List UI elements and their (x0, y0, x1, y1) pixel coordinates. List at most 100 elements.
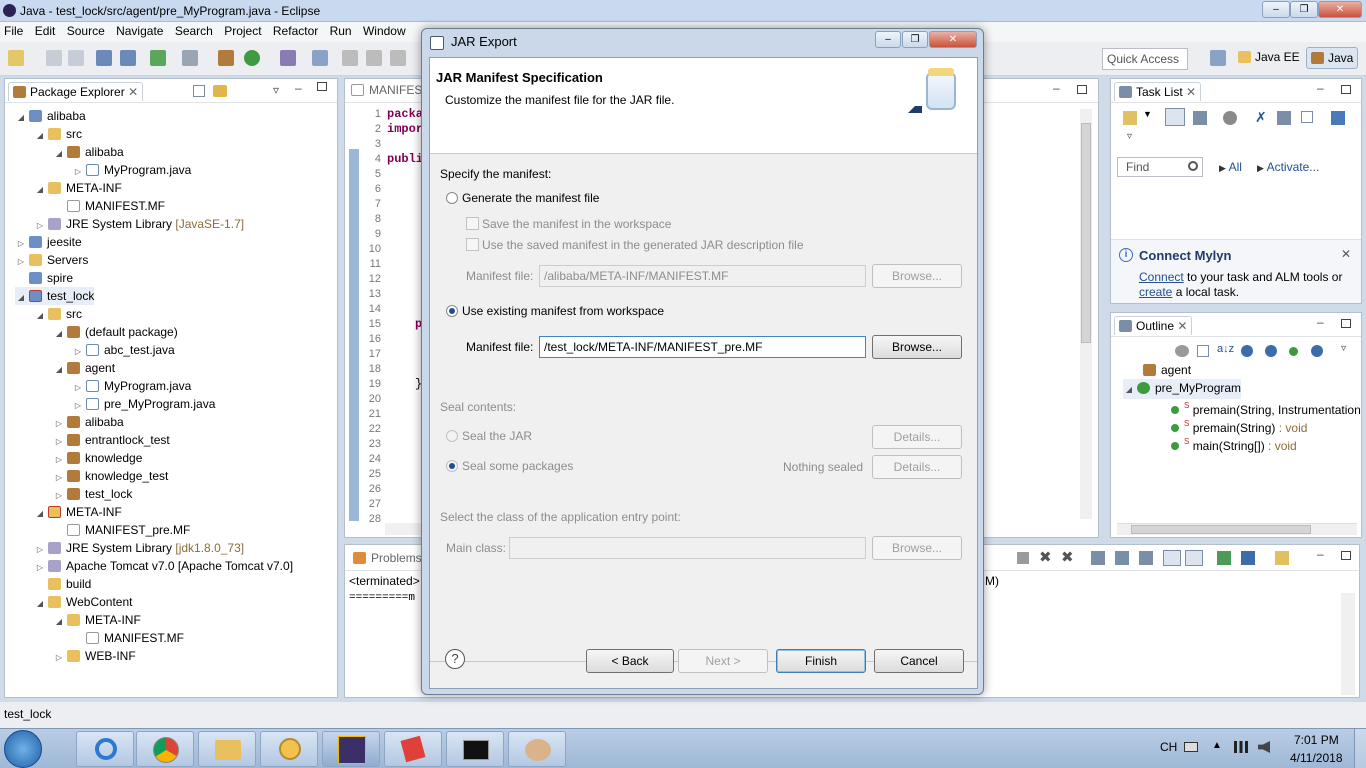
tree-item[interactable]: ◢ META-INF (34, 503, 122, 521)
hide-local-types-icon[interactable] (1311, 345, 1323, 357)
expanded-arrow-icon[interactable]: ◢ (53, 361, 65, 379)
language-indicator[interactable]: CH (1160, 740, 1177, 754)
export-icon[interactable] (120, 50, 136, 66)
menu-edit[interactable]: Edit (31, 22, 60, 40)
save-manifest-checkbox[interactable] (466, 217, 479, 230)
show-console-icon[interactable] (1185, 550, 1203, 566)
menu-refactor[interactable]: Refactor (269, 22, 322, 40)
tree-item[interactable]: ▷ knowledge_test (53, 467, 168, 485)
save-all-icon[interactable] (68, 50, 84, 66)
start-button[interactable] (4, 730, 42, 768)
next-button[interactable]: Next > (678, 649, 768, 673)
close-tab-icon[interactable]: ✕ (128, 85, 138, 99)
use-saved-manifest-label[interactable]: Use the saved manifest in the generated … (482, 238, 804, 252)
close-icon[interactable]: ✕ (1341, 247, 1351, 261)
quick-access-input[interactable]: Quick Access (1102, 48, 1188, 70)
sort-icon[interactable]: a↓z (1217, 343, 1234, 355)
remove-launch-icon[interactable]: ✖ (1039, 548, 1052, 566)
new-console-icon[interactable] (1275, 551, 1289, 565)
show-desktop-button[interactable] (1354, 729, 1366, 768)
find-input[interactable]: Find (1117, 157, 1203, 177)
hide-static-icon[interactable] (1265, 345, 1277, 357)
expanded-arrow-icon[interactable]: ◢ (34, 307, 46, 325)
use-existing-manifest-radio[interactable] (446, 305, 458, 317)
hide-fields-icon[interactable] (1241, 345, 1253, 357)
tree-item[interactable]: ▷ Servers (15, 251, 88, 269)
console-scrollbar[interactable] (1341, 593, 1355, 695)
word-wrap-icon[interactable] (1139, 551, 1153, 565)
main-class-browse-button[interactable]: Browse... (872, 536, 962, 560)
tree-item[interactable]: ▷ alibaba (53, 413, 124, 431)
new-task-dropdown-icon[interactable]: ▼ (1143, 109, 1152, 119)
menu-file[interactable]: File (0, 22, 27, 40)
main-class-field[interactable] (509, 537, 866, 559)
menu-run[interactable]: Run (326, 22, 356, 40)
minimize-button[interactable]: – (1262, 1, 1290, 18)
scroll-lock-icon[interactable] (1115, 551, 1129, 565)
taskbar-app-paint[interactable] (384, 731, 442, 767)
outline-hscrollbar[interactable] (1117, 523, 1357, 535)
scrollbar-thumb[interactable] (1131, 525, 1311, 534)
taskbar-app-outlook[interactable] (260, 731, 318, 767)
remove-all-icon[interactable]: ✖ (1061, 548, 1074, 566)
tree-item[interactable]: ◢ alibaba (53, 143, 124, 161)
existing-browse-button[interactable]: Browse... (872, 335, 962, 359)
generated-manifest-file-field[interactable]: /alibaba/META-INF/MANIFEST.MF (539, 265, 866, 287)
scrollbar-thumb[interactable] (1081, 123, 1091, 343)
taskbar-app-ie[interactable] (76, 731, 134, 767)
save-icon[interactable] (46, 50, 62, 66)
maximize-editor-icon[interactable] (1077, 85, 1087, 94)
expanded-arrow-icon[interactable]: ◢ (34, 181, 46, 199)
close-tab-icon[interactable]: ✕ (1177, 319, 1187, 333)
view-menu-icon[interactable]: ▿ (273, 83, 279, 97)
display-console-icon[interactable] (1241, 551, 1255, 565)
save-manifest-label[interactable]: Save the manifest in the workspace (482, 217, 671, 231)
tree-item[interactable]: ▷ jeesite (15, 233, 82, 251)
generate-manifest-radio[interactable] (446, 192, 458, 204)
code-area[interactable]: packa impor publi (387, 107, 423, 167)
tree-item[interactable]: ◢ src (34, 125, 82, 143)
help-icon[interactable]: ? (445, 649, 465, 669)
expanded-arrow-icon[interactable]: ◢ (15, 289, 27, 307)
clear-console-icon[interactable] (1091, 551, 1105, 565)
activate-link[interactable]: ▶ Activate... (1257, 160, 1319, 174)
pin-icon[interactable] (342, 50, 358, 66)
tree-item[interactable]: ▷ entrantlock_test (53, 431, 170, 449)
dialog-close-button[interactable]: ✕ (929, 31, 977, 48)
close-button[interactable]: ✕ (1318, 1, 1362, 18)
pin-console-icon[interactable] (1163, 550, 1181, 566)
outline-item[interactable]: ◢ pre_MyProgram (1123, 379, 1242, 399)
outline-item[interactable]: agent (1141, 361, 1191, 379)
tree-item[interactable]: MANIFEST.MF (53, 197, 165, 215)
use-saved-manifest-checkbox[interactable] (466, 238, 479, 251)
pen-icon[interactable] (366, 50, 382, 66)
menu-project[interactable]: Project (220, 22, 265, 40)
tree-item[interactable]: ▷ abc_test.java (72, 341, 175, 359)
maximize-view-icon[interactable] (317, 82, 327, 91)
connect-link[interactable]: Connect (1139, 270, 1184, 284)
sync-icon[interactable] (1331, 111, 1345, 125)
outline-tab[interactable]: Outline ✕ (1114, 316, 1193, 335)
expanded-arrow-icon[interactable]: ◢ (53, 325, 65, 343)
task-list-tab[interactable]: Task List ✕ (1114, 82, 1202, 101)
categorized-icon[interactable] (1165, 108, 1185, 126)
debug-icon[interactable] (280, 50, 296, 66)
terminate-icon[interactable] (1017, 552, 1029, 564)
new-task-icon[interactable] (1123, 111, 1137, 125)
collapse-all-icon[interactable] (193, 85, 205, 97)
tree-item[interactable]: spire (15, 269, 73, 287)
tray-expand-icon[interactable]: ▲ (1212, 740, 1222, 751)
maximize-view-icon[interactable] (1341, 85, 1351, 94)
perspective-java-ee[interactable]: Java EE (1238, 50, 1300, 64)
tasks-icon[interactable] (150, 50, 166, 66)
menu-navigate[interactable]: Navigate (112, 22, 167, 40)
tree-item[interactable]: ◢ alibaba (15, 107, 86, 125)
use-existing-manifest-label[interactable]: Use existing manifest from workspace (462, 304, 664, 318)
new-icon[interactable] (8, 50, 24, 66)
hide-nonpublic-icon[interactable] (1289, 347, 1298, 356)
taskbar-app-explorer[interactable] (198, 731, 256, 767)
dialog-maximize-button[interactable]: ❐ (902, 31, 928, 48)
generate-manifest-label[interactable]: Generate the manifest file (462, 191, 599, 205)
tree-item[interactable]: ▷ JRE System Library [JavaSE-1.7] (34, 215, 244, 233)
tree-item[interactable]: ◢ test_lock (15, 287, 95, 307)
